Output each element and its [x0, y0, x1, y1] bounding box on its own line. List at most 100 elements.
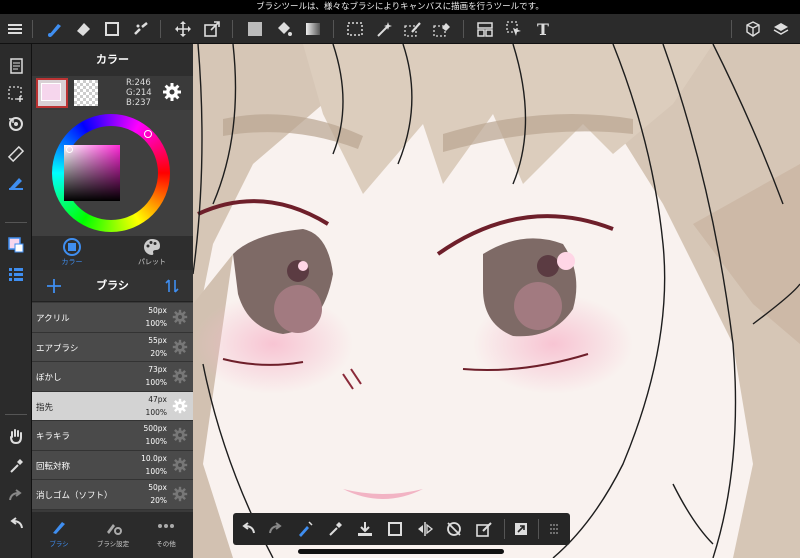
select-eraser-icon[interactable]: [430, 17, 454, 41]
grid-handle-icon[interactable]: [542, 517, 566, 541]
tab-brush-label: ブラシ: [49, 540, 69, 548]
rotate-icon[interactable]: [4, 112, 28, 136]
eyedropper-icon[interactable]: [323, 517, 347, 541]
brush-settings-icon: [107, 524, 122, 535]
top-toolbar: T: [0, 14, 800, 44]
color-picker-area: [32, 110, 193, 236]
tab-color[interactable]: カラー: [32, 238, 112, 268]
eyedropper-icon[interactable]: [4, 454, 28, 478]
side-panel: カラー R:246 G:214 B:237 カラー パレット ブラシ アクリル …: [32, 44, 193, 558]
brush-size: 47px: [148, 394, 167, 404]
color-wheel-icon: [63, 238, 81, 256]
brush-row-rotation-symmetry[interactable]: 回転対称 10.0px 100%: [32, 450, 193, 480]
brush-row-sparkle[interactable]: キラキラ 500px 100%: [32, 421, 193, 451]
palette-icon: [144, 239, 160, 255]
color-panel-toggle-icon[interactable]: [4, 233, 28, 257]
bucket-icon[interactable]: [272, 17, 296, 41]
rect-select-icon[interactable]: [100, 17, 124, 41]
brush-settings-gear-icon[interactable]: [172, 368, 188, 384]
brush-icon[interactable]: [43, 17, 67, 41]
status-bar: ブラシツールは、様々なブラシによりキャンバスに描画を行うツールです。: [0, 0, 800, 14]
tab-brush[interactable]: ブラシ: [32, 516, 86, 548]
rgb-r: R:246: [126, 78, 151, 88]
snap-pen-icon[interactable]: [4, 170, 28, 194]
eraser-icon[interactable]: [71, 17, 95, 41]
select-pen-icon[interactable]: [401, 17, 425, 41]
brush-size: 55px: [148, 335, 167, 345]
layers-icon[interactable]: [769, 17, 793, 41]
drawing-canvas[interactable]: [193, 44, 800, 558]
status-message: ブラシツールは、様々なブラシによりキャンバスに描画を行うツールです。: [256, 2, 544, 12]
redo-icon[interactable]: [264, 517, 288, 541]
brush-opacity: 100%: [145, 437, 167, 446]
brush-settings-gear-icon[interactable]: [172, 457, 188, 473]
tab-palette[interactable]: パレット: [112, 238, 192, 268]
undo-icon[interactable]: [4, 512, 28, 536]
page-icon[interactable]: [4, 54, 28, 78]
rotate-reset-icon[interactable]: [442, 517, 466, 541]
brush-settings-gear-icon[interactable]: [172, 398, 188, 414]
brush-settings-gear-icon[interactable]: [172, 427, 188, 443]
hand-icon[interactable]: [4, 424, 28, 448]
select-panel-icon[interactable]: [4, 82, 28, 106]
brush-name: 回転対称: [36, 461, 71, 472]
quick-access-bar: [233, 513, 570, 545]
brush-row-airbrush[interactable]: エアブラシ 55px 20%: [32, 332, 193, 362]
canvas-fit-icon[interactable]: [383, 517, 407, 541]
brush-row-finger[interactable]: 指先 47px 100%: [32, 391, 193, 421]
rgb-g: G:214: [126, 88, 152, 98]
text-icon[interactable]: T: [531, 17, 555, 41]
sort-brush-icon[interactable]: [162, 276, 182, 296]
toolbar-divider: [731, 20, 732, 38]
hue-marker[interactable]: [144, 130, 152, 138]
saturation-value-square[interactable]: [64, 145, 120, 201]
floatbar-divider: [538, 519, 539, 539]
select-arrow-icon[interactable]: [502, 17, 526, 41]
flip-icon[interactable]: [413, 517, 437, 541]
move-icon[interactable]: [171, 17, 195, 41]
tab-brush-settings-label: ブラシ設定: [96, 540, 130, 548]
brush-tab-icon: [53, 522, 65, 534]
brush-swap-icon[interactable]: [293, 517, 317, 541]
magic-wand-icon[interactable]: [372, 17, 396, 41]
brush-row-acrylic[interactable]: アクリル 50px 100%: [32, 303, 193, 333]
brush-row-soft-eraser[interactable]: 消しゴム（ソフト） 50px 20%: [32, 480, 193, 510]
gradient-icon[interactable]: [301, 17, 325, 41]
edit-icon[interactable]: [472, 517, 496, 541]
tab-other[interactable]: その他: [139, 516, 193, 548]
menu-icon[interactable]: [3, 17, 27, 41]
brush-opacity: 100%: [145, 378, 167, 387]
home-indicator[interactable]: [298, 549, 504, 554]
panel-icon[interactable]: [473, 17, 497, 41]
dot-icon[interactable]: [129, 17, 153, 41]
color-settings-gear-icon[interactable]: [160, 80, 184, 104]
sv-marker[interactable]: [66, 146, 73, 153]
brush-size: 500px: [143, 424, 167, 433]
brush-panel-header: ブラシ: [32, 270, 193, 302]
tab-color-label: カラー: [61, 258, 83, 266]
fullscreen-icon[interactable]: [509, 517, 533, 541]
toolbar-divider: [463, 20, 464, 38]
brush-settings-gear-icon[interactable]: [172, 309, 188, 325]
brush-settings-gear-icon[interactable]: [172, 339, 188, 355]
ruler-icon[interactable]: [4, 142, 28, 166]
brush-row-blur[interactable]: ぼかし 73px 100%: [32, 362, 193, 392]
transform-icon[interactable]: [200, 17, 224, 41]
panel-bottom-tabs: ブラシ ブラシ設定 その他: [32, 512, 193, 558]
brush-name: アクリル: [36, 314, 70, 324]
3d-icon[interactable]: [741, 17, 765, 41]
fill-color-icon[interactable]: [243, 17, 267, 41]
brush-opacity: 100%: [145, 319, 167, 328]
redo-icon[interactable]: [4, 484, 28, 508]
transparent-color-swatch[interactable]: [74, 80, 98, 106]
save-icon[interactable]: [353, 517, 377, 541]
undo-icon[interactable]: [236, 517, 260, 541]
brush-settings-gear-icon[interactable]: [172, 486, 188, 502]
tab-brush-settings[interactable]: ブラシ設定: [86, 516, 140, 548]
tab-other-label: その他: [156, 540, 176, 548]
brush-opacity: 100%: [145, 466, 167, 476]
brush-panel-toggle-icon[interactable]: [4, 262, 28, 286]
main-color-swatch[interactable]: [36, 78, 68, 108]
selection-icon[interactable]: [343, 17, 367, 41]
rgb-b: B:237: [126, 98, 151, 108]
